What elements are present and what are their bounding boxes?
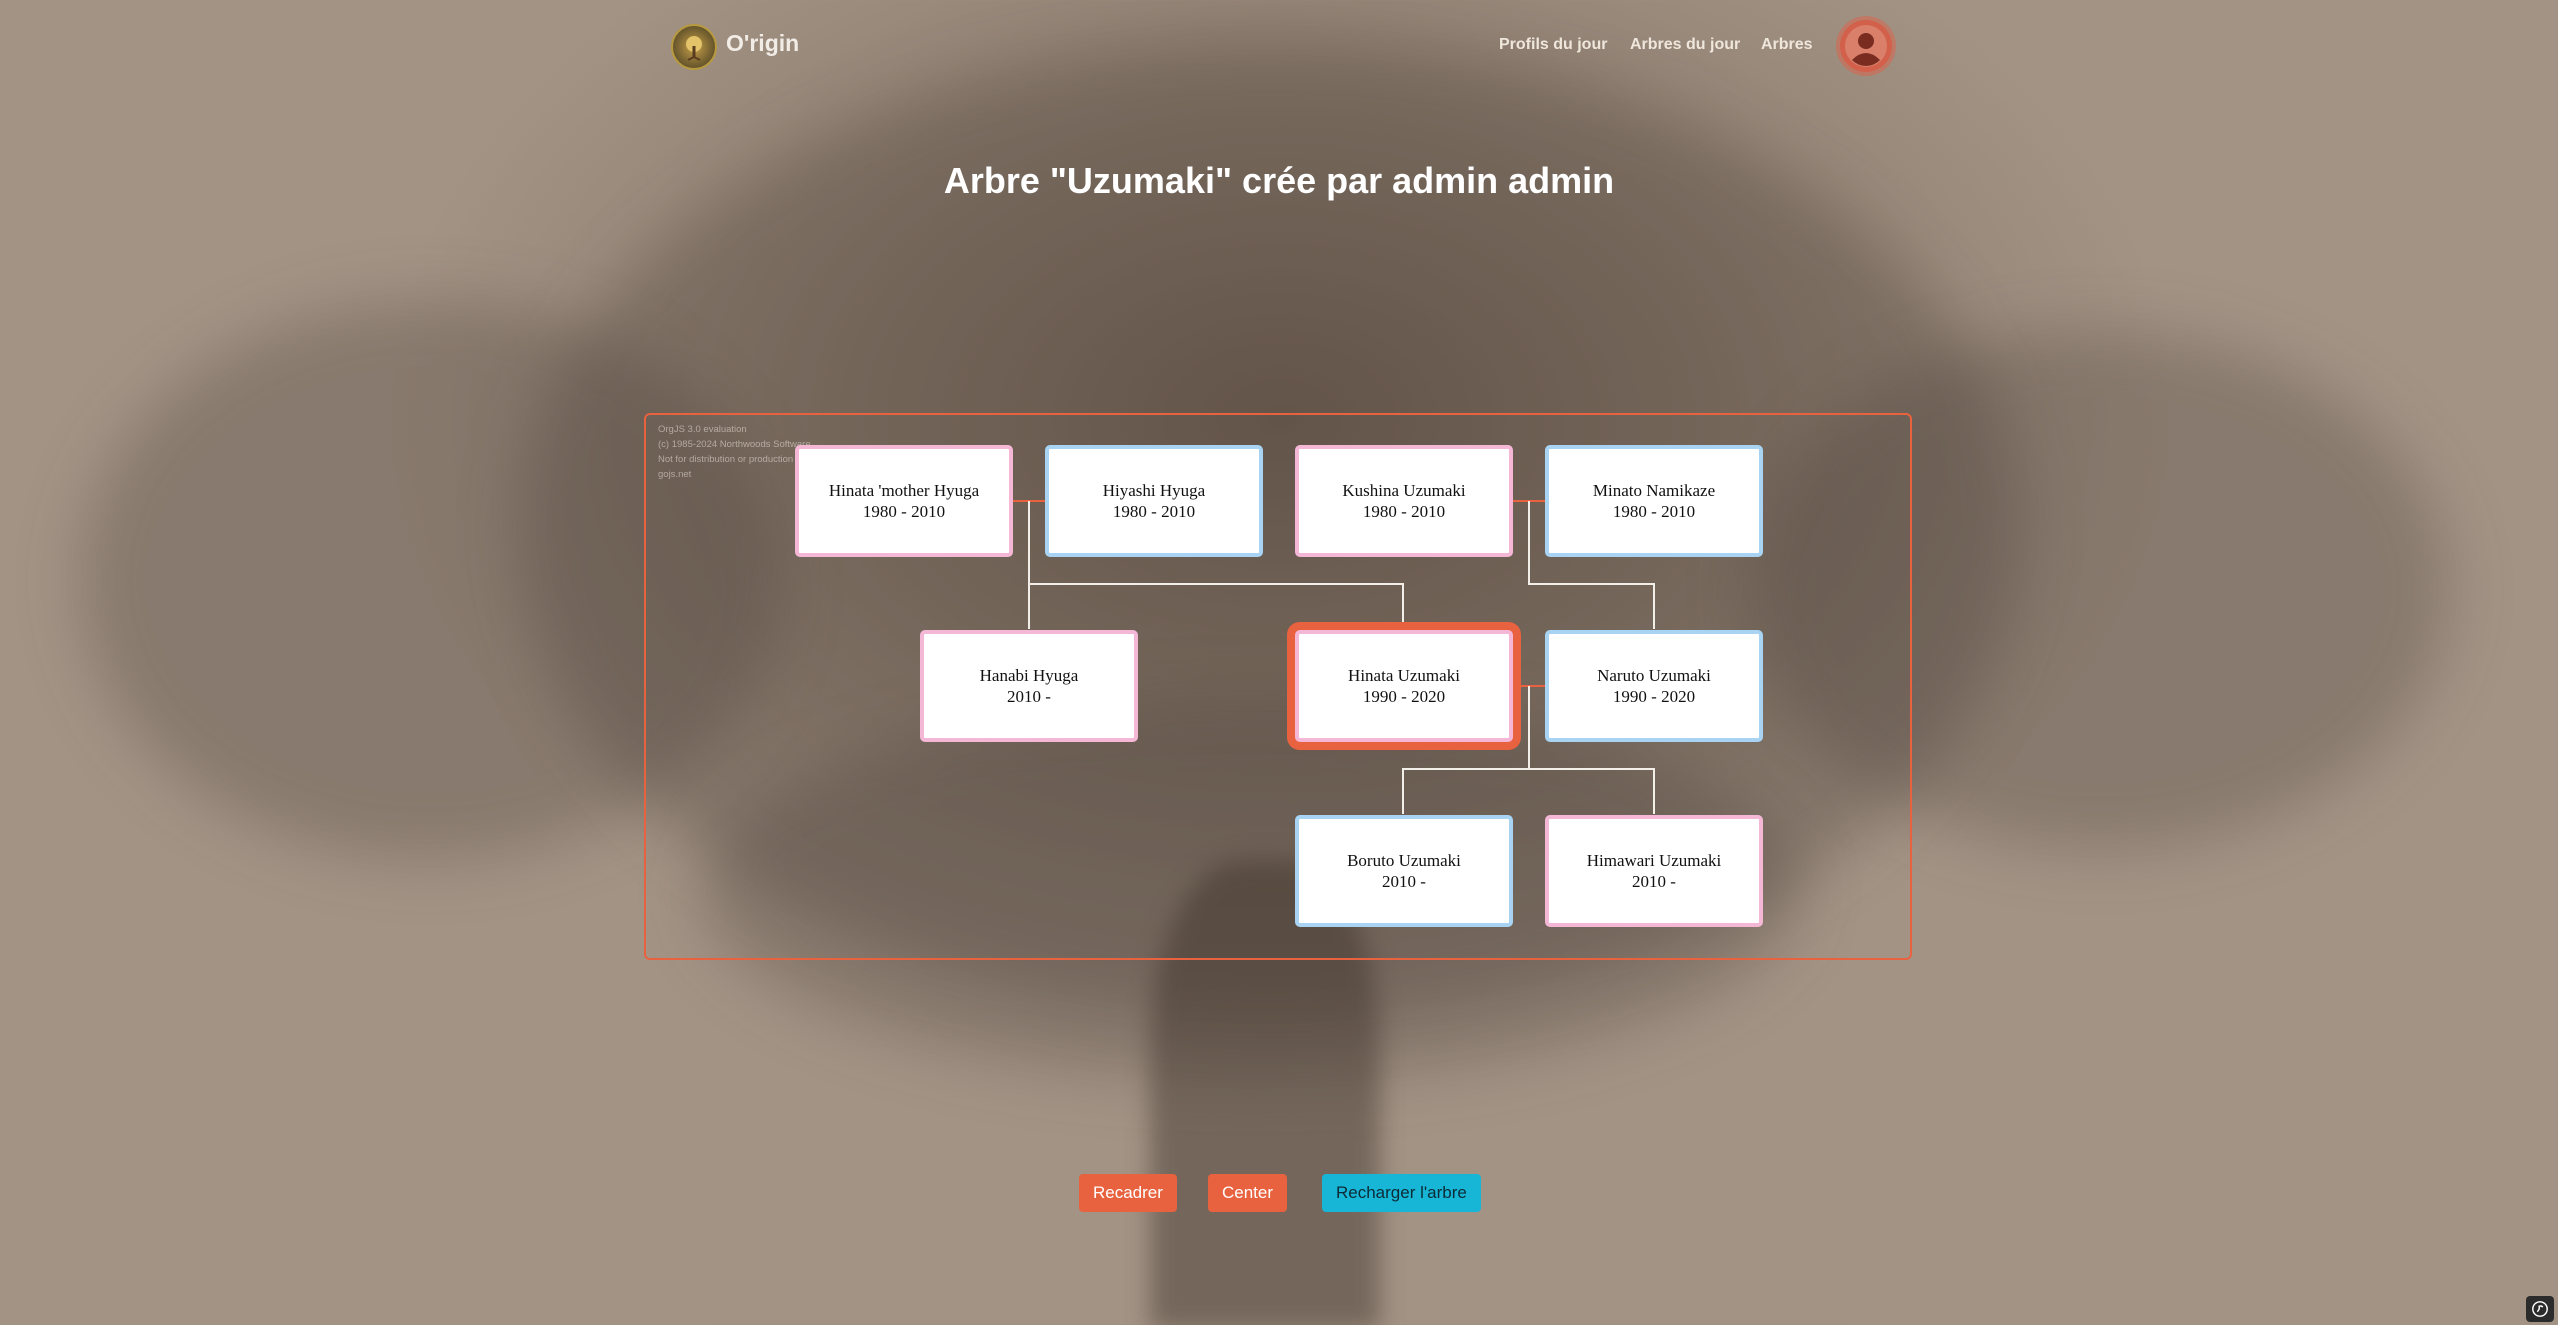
person-name: Hanabi Hyuga xyxy=(979,666,1079,685)
person-node-hinata-uzumaki[interactable]: Hinata Uzumaki 1990 - 2020 xyxy=(1295,630,1513,742)
person-name: Minato Namikaze xyxy=(1592,481,1716,500)
person-name: Hiyashi Hyuga xyxy=(1102,481,1206,500)
page-title: Arbre "Uzumaki" crée par admin admin xyxy=(943,160,1615,201)
nav-link-profils-du-jour[interactable]: Profils du jour xyxy=(1499,36,1607,54)
person-node-hanabi-hyuga[interactable]: Hanabi Hyuga 2010 - xyxy=(920,630,1138,742)
person-node-kushina-uzumaki[interactable]: Kushina Uzumaki 1980 - 2010 xyxy=(1295,445,1513,557)
library-watermark: OrgJS 3.0 evaluation (c) 1985-2024 North… xyxy=(658,424,812,480)
person-name: Naruto Uzumaki xyxy=(1597,666,1711,685)
nav-link-arbres[interactable]: Arbres xyxy=(1761,36,1813,54)
person-name: Himawari Uzumaki xyxy=(1586,851,1722,870)
center-button[interactable]: Center xyxy=(1208,1174,1288,1212)
person-name: Boruto Uzumaki xyxy=(1347,851,1461,870)
person-years: 2010 - xyxy=(1382,872,1426,891)
person-name: Kushina Uzumaki xyxy=(1342,481,1466,500)
person-node-hiyashi-hyuga[interactable]: Hiyashi Hyuga 1980 - 2010 xyxy=(1045,445,1263,557)
brand-name[interactable]: O'rigin xyxy=(726,30,799,57)
recadrer-button[interactable]: Recadrer xyxy=(1079,1174,1177,1212)
person-years: 1980 - 2010 xyxy=(862,502,946,521)
user-icon xyxy=(1845,25,1887,67)
person-years: 1980 - 2010 xyxy=(1112,502,1196,521)
user-avatar-button[interactable] xyxy=(1840,20,1892,72)
person-years: 1980 - 2010 xyxy=(1362,502,1446,521)
person-name: Hinata 'mother Hyuga xyxy=(828,481,980,500)
person-node-himawari-uzumaki[interactable]: Himawari Uzumaki 2010 - xyxy=(1545,815,1763,927)
logo-icon[interactable] xyxy=(671,24,717,70)
tree-logo-icon xyxy=(686,36,702,61)
nav-link-arbres-du-jour[interactable]: Arbres du jour xyxy=(1630,36,1740,54)
reload-tree-button[interactable]: Recharger l'arbre xyxy=(1322,1174,1481,1212)
person-node-hinata-mother-hyuga[interactable]: Hinata 'mother Hyuga 1980 - 2010 xyxy=(795,445,1013,557)
person-node-boruto-uzumaki[interactable]: Boruto Uzumaki 2010 - xyxy=(1295,815,1513,927)
symfony-icon xyxy=(2532,1301,2548,1317)
person-years: 1990 - 2020 xyxy=(1612,687,1696,706)
person-years: 1980 - 2010 xyxy=(1612,502,1696,521)
person-node-naruto-uzumaki[interactable]: Naruto Uzumaki 1990 - 2020 xyxy=(1545,630,1763,742)
person-years: 2010 - xyxy=(1632,872,1676,891)
person-name: Hinata Uzumaki xyxy=(1348,666,1460,685)
person-years: 1990 - 2020 xyxy=(1362,687,1446,706)
person-node-minato-namikaze[interactable]: Minato Namikaze 1980 - 2010 xyxy=(1545,445,1763,557)
debug-toolbar-icon[interactable] xyxy=(2526,1296,2554,1322)
person-years: 2010 - xyxy=(1007,687,1051,706)
